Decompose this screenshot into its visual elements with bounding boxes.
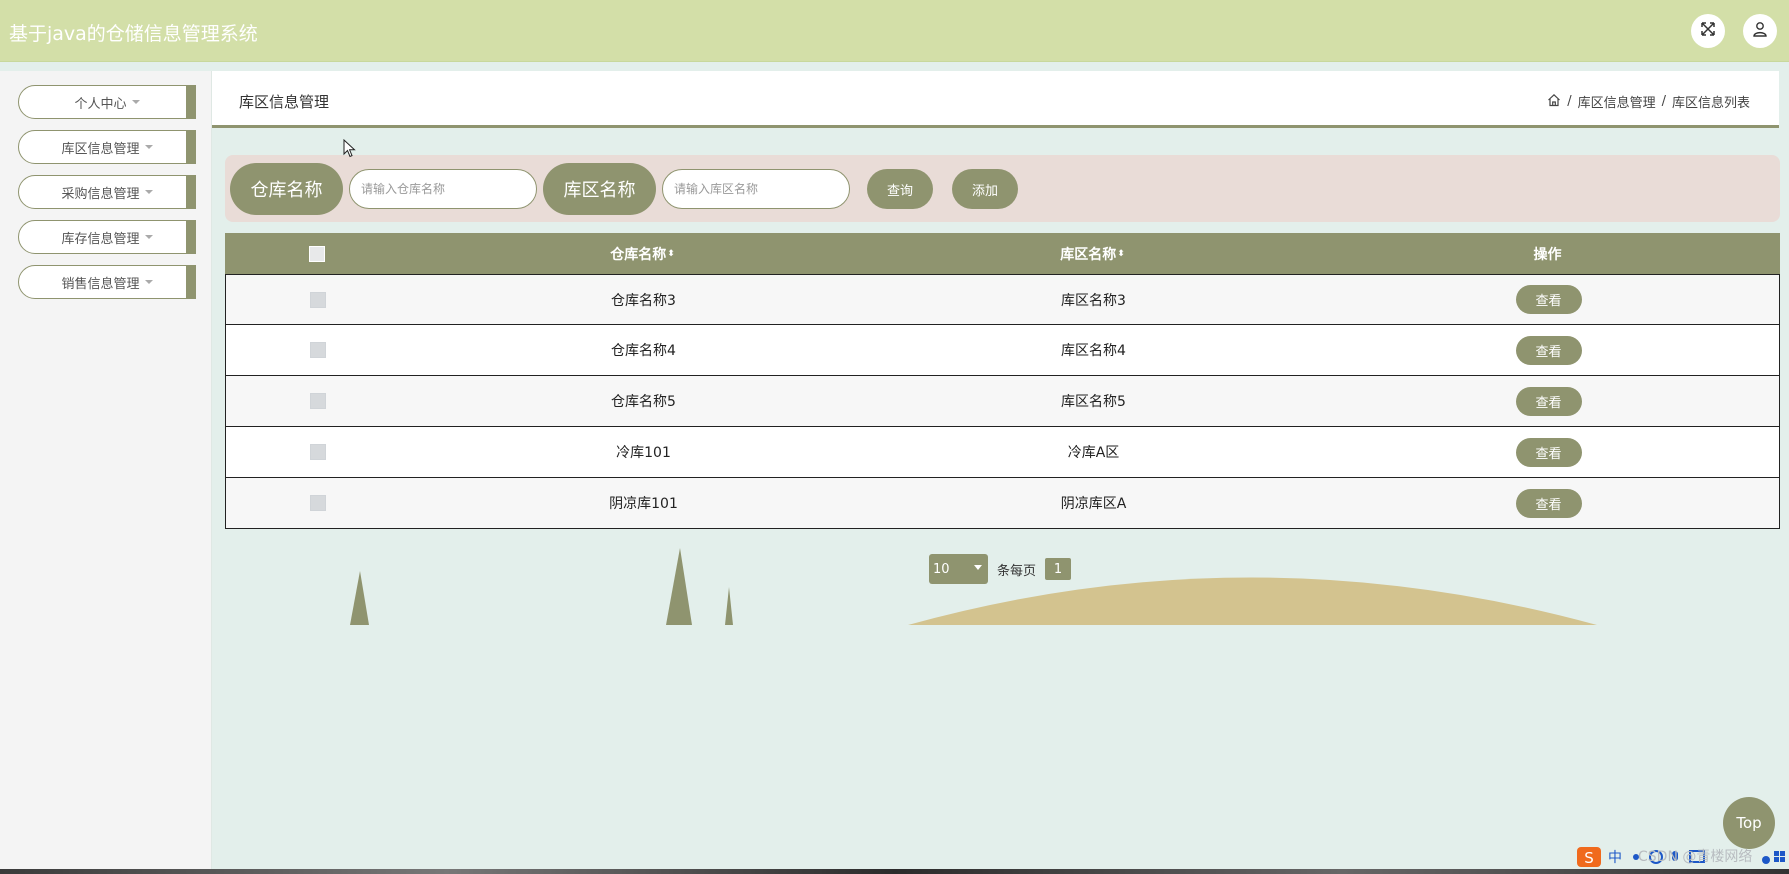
sidebar-item-label: 采购信息管理 (61, 186, 140, 202)
row-checkbox[interactable] (309, 342, 326, 358)
view-button[interactable]: 查看 (1515, 285, 1582, 314)
breadcrumb: / 库区信息管理 / 库区信息列表 (1547, 92, 1750, 111)
pagination: 10 条每页 1 (929, 554, 1072, 584)
search-panel: 仓库名称 库区名称 查询 添加 (225, 155, 1780, 222)
sidebar-item-label: 库区信息管理 (61, 141, 140, 157)
sidebar-item-label: 销售信息管理 (61, 276, 140, 292)
fullscreen-button[interactable] (1691, 14, 1725, 48)
breadcrumb-separator: / (1661, 94, 1666, 109)
table-row: 阴凉库101 阴凉库区A 查看 (225, 478, 1780, 529)
cell-warehouse: 阴凉库101 (609, 496, 678, 512)
view-button[interactable]: 查看 (1515, 488, 1582, 518)
zone-table: 仓库名称 ⬍ 库区名称 ⬍ 操作 仓库名称3 库区名称3 查看 仓库名称4 库区名称… (225, 233, 1780, 529)
sidebar-item-purchase-management[interactable]: 采购信息管理 (18, 175, 196, 209)
cell-warehouse: 仓库名称3 (611, 292, 676, 309)
cell-zone: 库区名称3 (1061, 292, 1126, 309)
table-header: 仓库名称 ⬍ 库区名称 ⬍ 操作 (225, 233, 1780, 274)
sidebar-item-inventory-management[interactable]: 库存信息管理 (18, 220, 196, 254)
view-button[interactable]: 查看 (1515, 386, 1582, 416)
cell-warehouse: 仓库名称5 (611, 394, 676, 410)
caret-down-icon (131, 100, 140, 104)
page-size-dropdown: 10 (929, 554, 988, 584)
table-row: 仓库名称5 库区名称5 查看 (225, 376, 1780, 427)
cell-warehouse: 冷库101 (616, 445, 671, 461)
row-checkbox[interactable] (309, 444, 326, 460)
sidebar-item-label: 库存信息管理 (61, 231, 140, 247)
column-header-zone[interactable]: 库区名称 ⬍ (875, 233, 1310, 274)
breadcrumb-current: 库区信息列表 (1671, 96, 1750, 111)
page-number-button[interactable]: 1 (1045, 558, 1072, 580)
breadcrumb-bar: 库区信息管理 / 库区信息管理 / 库区信息列表 (212, 71, 1779, 128)
sort-icon: ⬍ (1117, 248, 1125, 259)
breadcrumb-link[interactable]: 库区信息管理 (1578, 92, 1656, 111)
cell-zone: 冷库A区 (1067, 445, 1120, 461)
cell-warehouse: 仓库名称4 (611, 343, 676, 359)
column-header-warehouse[interactable]: 仓库名称 ⬍ (425, 233, 860, 274)
column-header-actions: 操作 (1533, 246, 1562, 263)
expand-arrows-icon (1700, 21, 1716, 41)
page-title: 库区信息管理 (239, 93, 330, 111)
sidebar: 个人中心 库区信息管理 采购信息管理 库存信息管理 销售信息管理 (0, 71, 212, 869)
zone-name-input[interactable] (662, 169, 850, 209)
taskbar-edge (0, 869, 1789, 874)
add-button[interactable]: 添加 (952, 169, 1018, 209)
watermark: CSDN @青楼网络 (1638, 849, 1753, 865)
sidebar-item-sales-management[interactable]: 销售信息管理 (18, 265, 196, 299)
cell-zone: 库区名称5 (1061, 394, 1126, 410)
tree-decoration (725, 587, 733, 625)
view-button[interactable]: 查看 (1515, 335, 1582, 365)
row-checkbox[interactable] (309, 393, 326, 409)
cell-zone: 阴凉库区A (1060, 496, 1127, 512)
breadcrumb-separator: / (1567, 94, 1572, 109)
sidebar-item-personal-center[interactable]: 个人中心 (18, 85, 196, 119)
warehouse-name-label: 仓库名称 (230, 163, 343, 215)
caret-down-icon (144, 235, 153, 239)
cell-zone: 库区名称4 (1061, 343, 1126, 359)
home-icon[interactable] (1547, 93, 1561, 111)
row-checkbox[interactable] (309, 495, 326, 511)
user-icon (1752, 21, 1768, 41)
caret-down-icon (144, 190, 153, 194)
per-page-label: 条每页 (997, 563, 1037, 579)
query-button[interactable]: 查询 (867, 169, 933, 209)
sidebar-item-zone-management[interactable]: 库区信息管理 (18, 130, 196, 164)
svg-text:中: 中 (1608, 850, 1622, 866)
table-row: 仓库名称4 库区名称4 查看 (225, 325, 1780, 376)
app-title: 基于java的仓储信息管理系统 (9, 23, 258, 45)
tree-decoration (350, 571, 369, 625)
user-menu-button[interactable] (1743, 14, 1777, 48)
table-row: 冷库101 冷库A区 查看 (225, 427, 1780, 478)
sort-icon: ⬍ (667, 248, 675, 259)
sidebar-item-label: 个人中心 (74, 96, 127, 112)
top-header: 基于java的仓储信息管理系统 (0, 0, 1789, 62)
table-row: 仓库名称3 库区名称3 查看 (225, 274, 1780, 325)
warehouse-name-input[interactable] (349, 169, 537, 209)
caret-down-icon (144, 145, 153, 149)
mouse-cursor-icon (343, 138, 357, 163)
select-all-checkbox[interactable] (308, 245, 325, 262)
hill-decoration (908, 577, 1597, 625)
row-checkbox[interactable] (309, 291, 326, 308)
svg-text:S: S (1584, 849, 1594, 867)
caret-down-icon (144, 280, 153, 284)
back-to-top-button[interactable]: Top (1723, 797, 1775, 849)
zone-name-label: 库区名称 (543, 163, 656, 215)
tree-decoration (666, 548, 692, 625)
page-size-select[interactable]: 10 (929, 554, 988, 584)
view-button[interactable]: 查看 (1515, 437, 1582, 467)
